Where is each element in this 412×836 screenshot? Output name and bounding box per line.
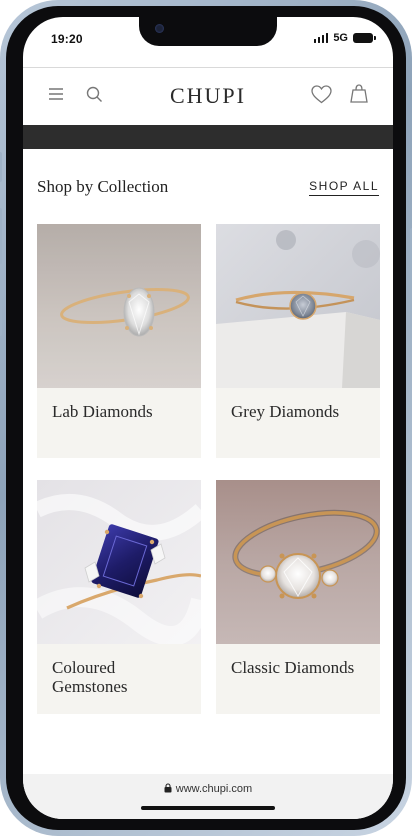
collection-label: Classic Diamonds (231, 658, 355, 677)
collection-card-classic-diamonds[interactable]: Classic Diamonds (216, 480, 380, 714)
classic-diamond-ring-image (216, 480, 380, 644)
notch (139, 17, 277, 46)
front-camera (155, 24, 164, 33)
collection-label: Coloured Gemstones (52, 658, 128, 696)
home-indicator[interactable] (141, 806, 275, 810)
collection-card-coloured-gemstones[interactable]: Coloured Gemstones (37, 480, 201, 714)
network-label: 5G (333, 32, 348, 44)
announcement-banner[interactable] (23, 125, 393, 149)
url-display[interactable]: www.chupi.com (23, 783, 393, 796)
sapphire-ring-image (37, 480, 201, 644)
shop-all-link[interactable]: SHOP ALL (309, 179, 379, 196)
bag-icon[interactable] (350, 84, 368, 108)
site-header: CHUPI (23, 67, 393, 125)
section-title: Shop by Collection (37, 177, 169, 196)
lab-diamond-ring-image (37, 224, 201, 388)
url-text: www.chupi.com (175, 783, 253, 795)
browser-url-bar[interactable]: www.chupi.com (23, 774, 393, 819)
volume-up-button (0, 208, 2, 264)
collection-label: Lab Diamonds (52, 402, 153, 421)
collection-card-grey-diamonds[interactable]: Grey Diamonds (216, 224, 380, 458)
screen: 19:20 5G CHUPI Shop by Collection SHOP A… (23, 17, 393, 819)
collection-card-lab-diamonds[interactable]: Lab Diamonds (37, 224, 201, 458)
volume-down-button (0, 280, 2, 336)
grey-diamond-ring-image (216, 224, 380, 388)
heart-icon[interactable] (311, 85, 332, 109)
status-time: 19:20 (51, 32, 83, 46)
lock-icon (164, 783, 172, 796)
battery-icon (353, 33, 376, 43)
status-indicators: 5G (313, 32, 376, 44)
signal-icon (313, 33, 329, 43)
collection-label: Grey Diamonds (231, 402, 340, 421)
mute-switch (0, 152, 2, 182)
brand-logo[interactable]: CHUPI (23, 83, 393, 109)
